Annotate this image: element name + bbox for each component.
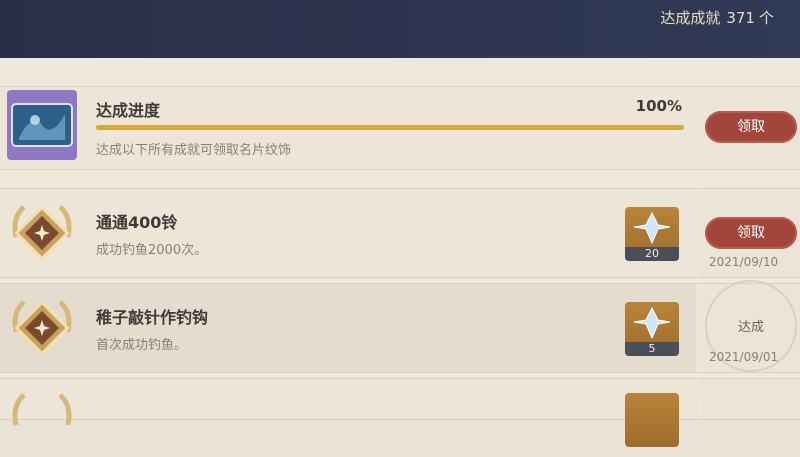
claim-reward-button[interactable]: 领取	[705, 217, 797, 249]
namecard-icon	[7, 90, 77, 160]
progress-bar-fill	[96, 125, 684, 130]
achievement-side: 领取 2021/09/10	[697, 188, 800, 278]
claim-namecard-button[interactable]: 领取	[705, 111, 797, 143]
achievement-medal-icon	[12, 393, 72, 426]
achievement-date: 2021/09/10	[709, 255, 779, 269]
achievement-row: 通通400铃 成功钓鱼2000次。 20	[0, 188, 696, 278]
achievement-row: 稚子敲针作钓钩 首次成功钓鱼。 5	[0, 283, 696, 373]
achievement-date: 2021/09/01	[709, 350, 779, 364]
primogem-icon	[633, 306, 671, 340]
achievement-medal-icon	[12, 300, 72, 356]
reward-count: 5	[625, 342, 679, 356]
reward-count: 20	[625, 247, 679, 261]
achievement-title: 稚子敲针作钓钩	[96, 308, 209, 327]
achievement-total: 达成成就 371 个	[660, 7, 774, 28]
achievement-medal-icon	[12, 205, 72, 261]
reward-item: 5	[625, 302, 679, 356]
progress-percent: 100%	[635, 97, 682, 115]
total-unit: 个	[758, 9, 774, 27]
progress-bar	[96, 125, 684, 130]
top-header: 达成成就 371 个	[0, 0, 800, 58]
primogem-icon	[633, 211, 671, 245]
total-count: 371	[726, 9, 755, 27]
progress-card: 达成进度 100% 达成以下所有成就可领取名片纹饰	[0, 86, 696, 170]
achievement-row-partial	[0, 378, 696, 447]
achievement-title: 通通400铃	[96, 213, 178, 232]
achievement-side-partial	[697, 378, 800, 420]
achievement-side: 达成 2021/09/01	[697, 280, 800, 373]
progress-title: 达成进度	[96, 101, 161, 120]
total-label: 达成成就	[660, 9, 721, 27]
progress-side: 领取	[697, 86, 800, 170]
achievement-description: 首次成功钓鱼。	[96, 338, 188, 353]
achievement-description: 成功钓鱼2000次。	[96, 243, 208, 258]
progress-description: 达成以下所有成就可领取名片纹饰	[96, 143, 292, 158]
reward-item: 20	[625, 207, 679, 261]
reward-item	[625, 393, 679, 447]
